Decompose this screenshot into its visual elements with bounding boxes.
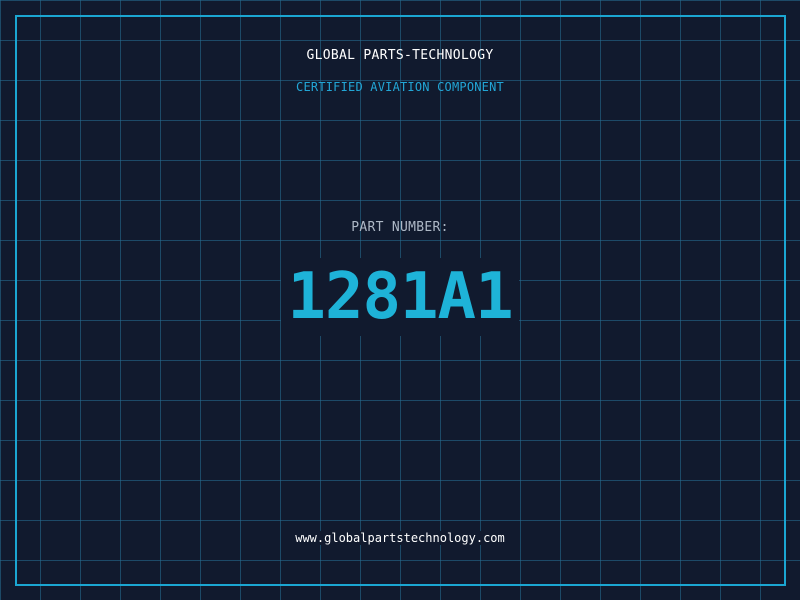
certificate-page: { "header": { "company": "GLOBAL PARTS-T… xyxy=(0,0,800,600)
part-number-label: PART NUMBER: xyxy=(351,220,449,235)
part-number-container: 1281A1 xyxy=(0,258,800,336)
company-name: GLOBAL PARTS-TECHNOLOGY xyxy=(306,48,494,63)
website-url: www.globalpartstechnology.com xyxy=(292,531,508,545)
part-number-value: 1281A1 xyxy=(281,258,519,336)
component-subtitle: CERTIFIED AVIATION COMPONENT xyxy=(296,80,504,94)
footer-url-container: www.globalpartstechnology.com xyxy=(0,531,800,545)
